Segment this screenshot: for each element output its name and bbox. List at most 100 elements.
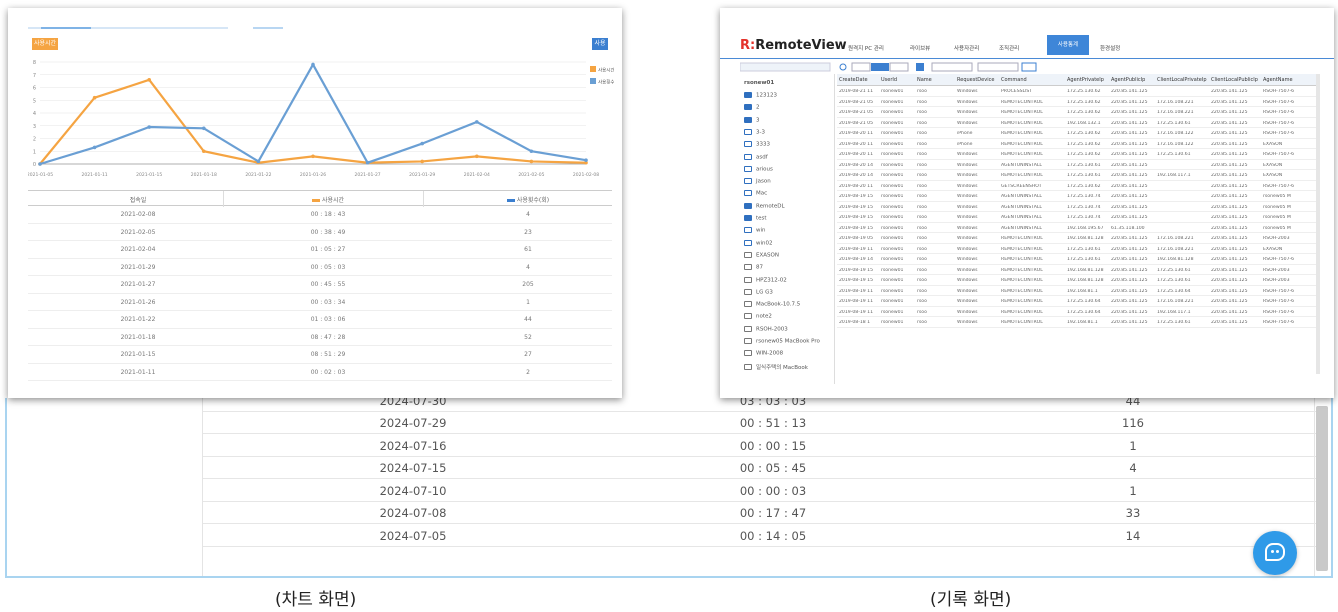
- series-point: [475, 120, 479, 124]
- tree-item[interactable]: 87: [744, 264, 763, 274]
- table-cell: Windows: [957, 204, 978, 210]
- table-row[interactable]: 2019-08-20 11 rsonew01 rsoo iPhone REMOTECON…: [837, 128, 1317, 139]
- table-cell: rsoo: [917, 99, 927, 105]
- tree-item[interactable]: rsonew05 MacBook Pro: [744, 338, 820, 348]
- cell-time: 00 : 03 : 34: [310, 298, 346, 306]
- tree-root[interactable]: rsonew01: [744, 80, 774, 90]
- table-cell: GETSCREENSHOT: [1001, 183, 1042, 189]
- table-row[interactable]: 2019-08-19 11 rsonew01 rsoo Windows REMOTECO…: [837, 286, 1317, 296]
- table-cell: rsoo: [917, 320, 927, 325]
- tree-item[interactable]: EXASON: [744, 251, 779, 262]
- table-row[interactable]: 2019-08-19 15 rsonew01 rsoo Windows AGENTUNI…: [837, 191, 1317, 202]
- table-row[interactable]: 2019-08-19 15 rsonew01 rsoo Windows REMOTECO…: [837, 265, 1317, 275]
- column-header[interactable]: CreateDate: [839, 77, 879, 83]
- scrollbar[interactable]: [1316, 406, 1328, 571]
- x-tick-label: 2021-02-05: [518, 172, 544, 178]
- table-row[interactable]: 2019-08-19 15 rsonew01 rsoo Windows AGENTUNI…: [837, 202, 1317, 212]
- table-cell: REMOTECONTROL: [1001, 131, 1043, 136]
- column-header[interactable]: Command: [1001, 77, 1065, 83]
- scrollbar[interactable]: [1316, 74, 1320, 374]
- table-cell: 220.85.141.125: [1111, 173, 1148, 178]
- table-cell: REMOTECONTROL: [1001, 236, 1043, 241]
- column-header[interactable]: AgentName: [1263, 77, 1317, 83]
- computer-icon: [744, 364, 752, 371]
- table-cell: rsonew01: [881, 288, 904, 294]
- table-row[interactable]: 2019-08-21 05 rsonew01 rsoo Windows REMOTECO…: [837, 118, 1317, 128]
- cell-time: 00 : 05 : 03: [310, 263, 346, 271]
- table-row[interactable]: 2019-08-20 11 rsonew01 rsoo iPhone REMOTECON…: [837, 139, 1317, 149]
- tree-item[interactable]: arious: [744, 165, 773, 176]
- tree-item[interactable]: RSOH-2003: [744, 325, 788, 336]
- nav-tab[interactable]: 사용자관리: [954, 44, 979, 52]
- tree-item[interactable]: win02: [744, 239, 773, 250]
- table-row[interactable]: 2019-08-20 14 rsonew01 rsoo Windows REMOTECO…: [837, 170, 1317, 181]
- cell-time: 08 : 51 : 29: [310, 351, 346, 358]
- cell-date: 2021-02-04: [120, 246, 156, 253]
- tree-item[interactable]: HPZ312-02: [744, 276, 787, 287]
- table-cell: 192.168.81.128: [1157, 257, 1194, 262]
- table-row[interactable]: 2019-08-19 05 rsonew01 rsoo Windows REMOTECO…: [837, 233, 1317, 244]
- tree-item[interactable]: 2: [744, 104, 760, 114]
- table-row[interactable]: 2019-08-21 11 rsonew01 rsoo Windows PROCESSL…: [837, 86, 1317, 97]
- nav-tab[interactable]: 조직관리: [999, 44, 1019, 52]
- tree-item[interactable]: RemoteDL: [744, 202, 785, 213]
- table-row[interactable]: 2019-08-20 11 rsonew01 rsoo Windows REMOTECO…: [837, 149, 1317, 160]
- table-row[interactable]: 2019-08-19 15 rsonew01 rsoo Windows REMOTECO…: [837, 275, 1317, 286]
- cell-count: 27: [524, 351, 532, 358]
- table-row[interactable]: 2019-08-20 14 rsonew01 rsoo Windows AGENTUNI…: [837, 160, 1317, 170]
- nav-tab[interactable]: 라이브뷰: [910, 44, 930, 52]
- table-row[interactable]: 2019-08-19 11 rsonew01 rsoo Windows REMOTECO…: [837, 307, 1317, 317]
- tree-item[interactable]: Mac: [744, 190, 767, 200]
- table-row[interactable]: 2019-08-19 15 rsonew01 rsoo Windows AGENTUNI…: [837, 212, 1317, 223]
- tree-item[interactable]: win: [744, 227, 766, 237]
- table-row[interactable]: 2019-08-20 11 rsonew01 rsoo Windows GETSCREE…: [837, 181, 1317, 191]
- table-row[interactable]: 2019-08-19 14 rsonew01 rsoo Windows REMOTECO…: [837, 254, 1317, 265]
- chat-bot-icon[interactable]: [1253, 531, 1297, 575]
- tree-item[interactable]: test: [744, 215, 767, 225]
- column-header[interactable]: ClientLocalPrivateIp: [1157, 77, 1209, 83]
- table-row[interactable]: 2019-08-18 1 rsonew01 rsoo Windows REMOTECON…: [837, 317, 1317, 328]
- nav-tab[interactable]: 환경설정: [1100, 44, 1120, 52]
- table-cell: 220.85.141.125: [1111, 236, 1148, 241]
- column-header[interactable]: AgentPrivateIp: [1067, 77, 1109, 83]
- series-point: [147, 125, 151, 129]
- table-row[interactable]: 2019-08-19 15 rsonew01 rsoo Windows AGENTUNI…: [837, 223, 1317, 233]
- table-cell: 192.168.132.1: [1067, 120, 1101, 126]
- table-cell: 220.85.141.125: [1111, 89, 1148, 94]
- tree-item[interactable]: 123123: [744, 92, 777, 102]
- chart-button[interactable]: 사용횟수: [592, 38, 608, 59]
- table-cell: 220.85.141.125: [1111, 162, 1148, 168]
- record-toolbar[interactable]: [740, 61, 1318, 73]
- tree-item[interactable]: Jason: [744, 178, 771, 188]
- tree-item[interactable]: LG G3: [744, 288, 773, 299]
- tree-item[interactable]: 3: [744, 116, 760, 127]
- column-header[interactable]: AgentPublicIp: [1111, 77, 1155, 83]
- table-cell: RSOH-7507-6: [1263, 99, 1295, 105]
- table-cell: 192.168.195.67: [1067, 225, 1104, 231]
- column-header[interactable]: ClientLocalPublicIp: [1211, 77, 1261, 83]
- tree-item[interactable]: WIN-2008: [744, 350, 783, 360]
- table-row[interactable]: 2019-08-19 11 rsonew01 rsoo Windows REMOTECO…: [837, 244, 1317, 254]
- table-row[interactable]: 2019-08-21 05 rsonew01 rsoo Windows REMOTECO…: [837, 107, 1317, 118]
- tree-item[interactable]: note2: [744, 313, 772, 323]
- column-header[interactable]: Name: [917, 77, 955, 83]
- nav-tab-active[interactable]: 사용통계: [1047, 35, 1089, 55]
- tree-item[interactable]: 3-3: [744, 128, 765, 139]
- table-cell: 220.85.141.125: [1111, 204, 1148, 210]
- column-header[interactable]: UserId: [881, 77, 915, 83]
- tree-item[interactable]: 3333: [744, 141, 770, 151]
- table-cell: rsoo: [917, 120, 927, 126]
- tree-item[interactable]: 일식주택의 MacBook: [744, 363, 808, 373]
- table-cell: rsonew01: [881, 204, 904, 210]
- nav-tab[interactable]: 원격지 PC 관리: [848, 44, 884, 52]
- cell-count: 4: [526, 263, 530, 271]
- chart-tag[interactable]: 사용시간: [32, 38, 58, 50]
- table-row: 2021-01-27 00 : 45 : 55 205: [28, 276, 612, 294]
- tree-item[interactable]: MacBook-10.7.5: [744, 301, 800, 311]
- column-header[interactable]: RequestDevice: [957, 77, 999, 83]
- table-cell: AGENTUNINSTALL: [1001, 225, 1042, 231]
- tree-item[interactable]: asdf: [744, 153, 768, 164]
- table-row[interactable]: 2019-08-19 11 rsonew01 rsoo Windows REMOTECO…: [837, 296, 1317, 307]
- table-row[interactable]: 2019-08-21 05 rsonew01 rsoo Windows REMOTECO…: [837, 97, 1317, 107]
- table-cell: 172.25.130.62: [1067, 141, 1101, 147]
